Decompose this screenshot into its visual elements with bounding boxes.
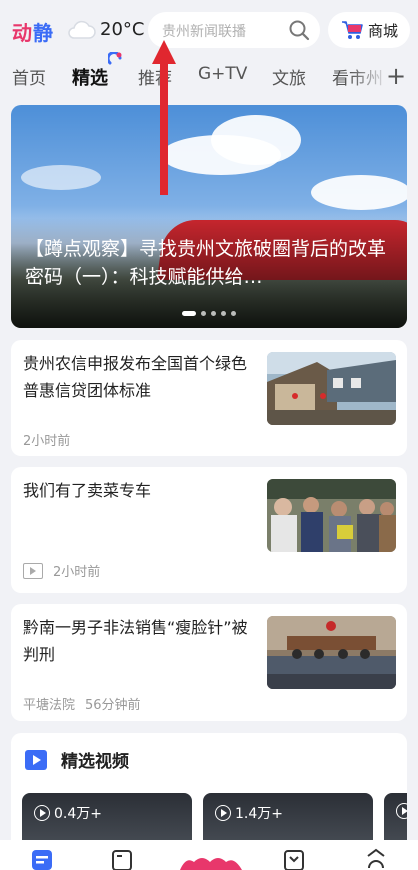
cloud-icon (68, 20, 96, 39)
news-meta: 2小时前 (23, 430, 70, 449)
play-count-icon (215, 805, 231, 821)
video-nav-icon[interactable] (282, 848, 306, 870)
banner-cloud (211, 115, 301, 165)
tab-recommend[interactable]: 推荐 (138, 64, 172, 89)
news-title: 黔南一男子非法销售“瘦脸针”被判刑 (23, 618, 248, 664)
news-card[interactable]: 我们有了卖菜专车 2小时前 (11, 467, 407, 593)
weather-widget[interactable]: 20°C (66, 18, 144, 40)
video-views: 1.4万+ (215, 803, 283, 823)
temperature-text: 20°C (100, 18, 145, 40)
news-card[interactable]: 贵州农信申报发布全国首个绿色普惠信贷团体标准 2小时前 (11, 340, 407, 456)
banner-cloud (21, 165, 101, 190)
video-views: 0.4万+ (34, 803, 102, 823)
tab-home[interactable]: 首页 (12, 64, 46, 89)
video-section-icon (25, 749, 47, 770)
banner-title: 【蹲点观察】寻找贵州文旅破圈背后的改革密码（一）：科技赋能供给… (25, 238, 387, 288)
videos-header: 精选视频 (25, 747, 129, 772)
app-logo[interactable]: 动静 (12, 17, 54, 46)
mall-button[interactable]: 商城 (328, 12, 410, 48)
active-tab-indicator-icon (108, 52, 122, 65)
news-thumbnail (267, 479, 396, 552)
news-source: 平塘法院 (23, 698, 76, 713)
carousel-dot (221, 311, 226, 316)
tab-culture-travel[interactable]: 文旅 (272, 64, 306, 89)
news-thumbnail (267, 352, 396, 425)
bottom-nav (0, 840, 418, 870)
news-thumbnail (267, 616, 396, 689)
news-time: 56分钟前 (85, 698, 141, 713)
carousel-dots (11, 311, 407, 316)
videos-title: 精选视频 (61, 752, 129, 772)
news-title: 我们有了卖菜专车 (23, 481, 152, 500)
news-time: 2小时前 (53, 565, 101, 580)
carousel-dot (211, 311, 216, 316)
logo-text-1: 动 (12, 21, 33, 45)
logo-text-2: 静 (33, 21, 54, 45)
tabs-fade (350, 58, 390, 94)
tv-nav-icon[interactable] (110, 848, 134, 870)
news-nav-icon[interactable] (30, 848, 54, 870)
play-count-icon (34, 805, 50, 821)
carousel-dot (231, 311, 236, 316)
headline-banner[interactable]: 【蹲点观察】寻找贵州文旅破圈背后的改革密码（一）：科技赋能供给… (11, 105, 407, 328)
video-views (396, 803, 407, 819)
add-channel-icon[interactable]: + (386, 62, 406, 90)
news-meta: 2小时前 (23, 561, 100, 580)
profile-nav-icon[interactable] (364, 848, 388, 870)
featured-videos-section: 精选视频 0.4万+ 1.4万+ (11, 733, 407, 853)
tab-gtv[interactable]: G+TV (198, 64, 247, 84)
shopping-cart-icon (341, 21, 363, 39)
carousel-dot-active (182, 311, 196, 316)
news-title: 贵州农信申报发布全国首个绿色普惠信贷团体标准 (23, 354, 248, 400)
carousel-dot (201, 311, 206, 316)
mall-label: 商城 (367, 21, 398, 40)
center-brand-icon[interactable] (176, 848, 246, 870)
tab-featured[interactable]: 精选 (72, 64, 108, 90)
video-views-text: 0.4万+ (54, 806, 102, 822)
search-icon[interactable] (288, 19, 310, 41)
banner-cloud (311, 175, 407, 210)
news-card[interactable]: 黔南一男子非法销售“瘦脸针”被判刑 平塘法院 56分钟前 (11, 604, 407, 721)
news-meta: 平塘法院 56分钟前 (23, 694, 141, 713)
video-indicator-icon (23, 562, 43, 579)
search-placeholder: 贵州新闻联播 (162, 24, 246, 40)
news-time: 2小时前 (23, 434, 71, 449)
video-views-text: 1.4万+ (235, 806, 283, 822)
top-header: 动静 20°C 贵州新闻联播 商城 (0, 0, 418, 60)
channel-tabs: 首页 精选 推荐 G+TV 文旅 看市州 + (0, 58, 418, 94)
search-bar[interactable]: 贵州新闻联播 (148, 12, 320, 48)
play-count-icon (396, 803, 407, 819)
